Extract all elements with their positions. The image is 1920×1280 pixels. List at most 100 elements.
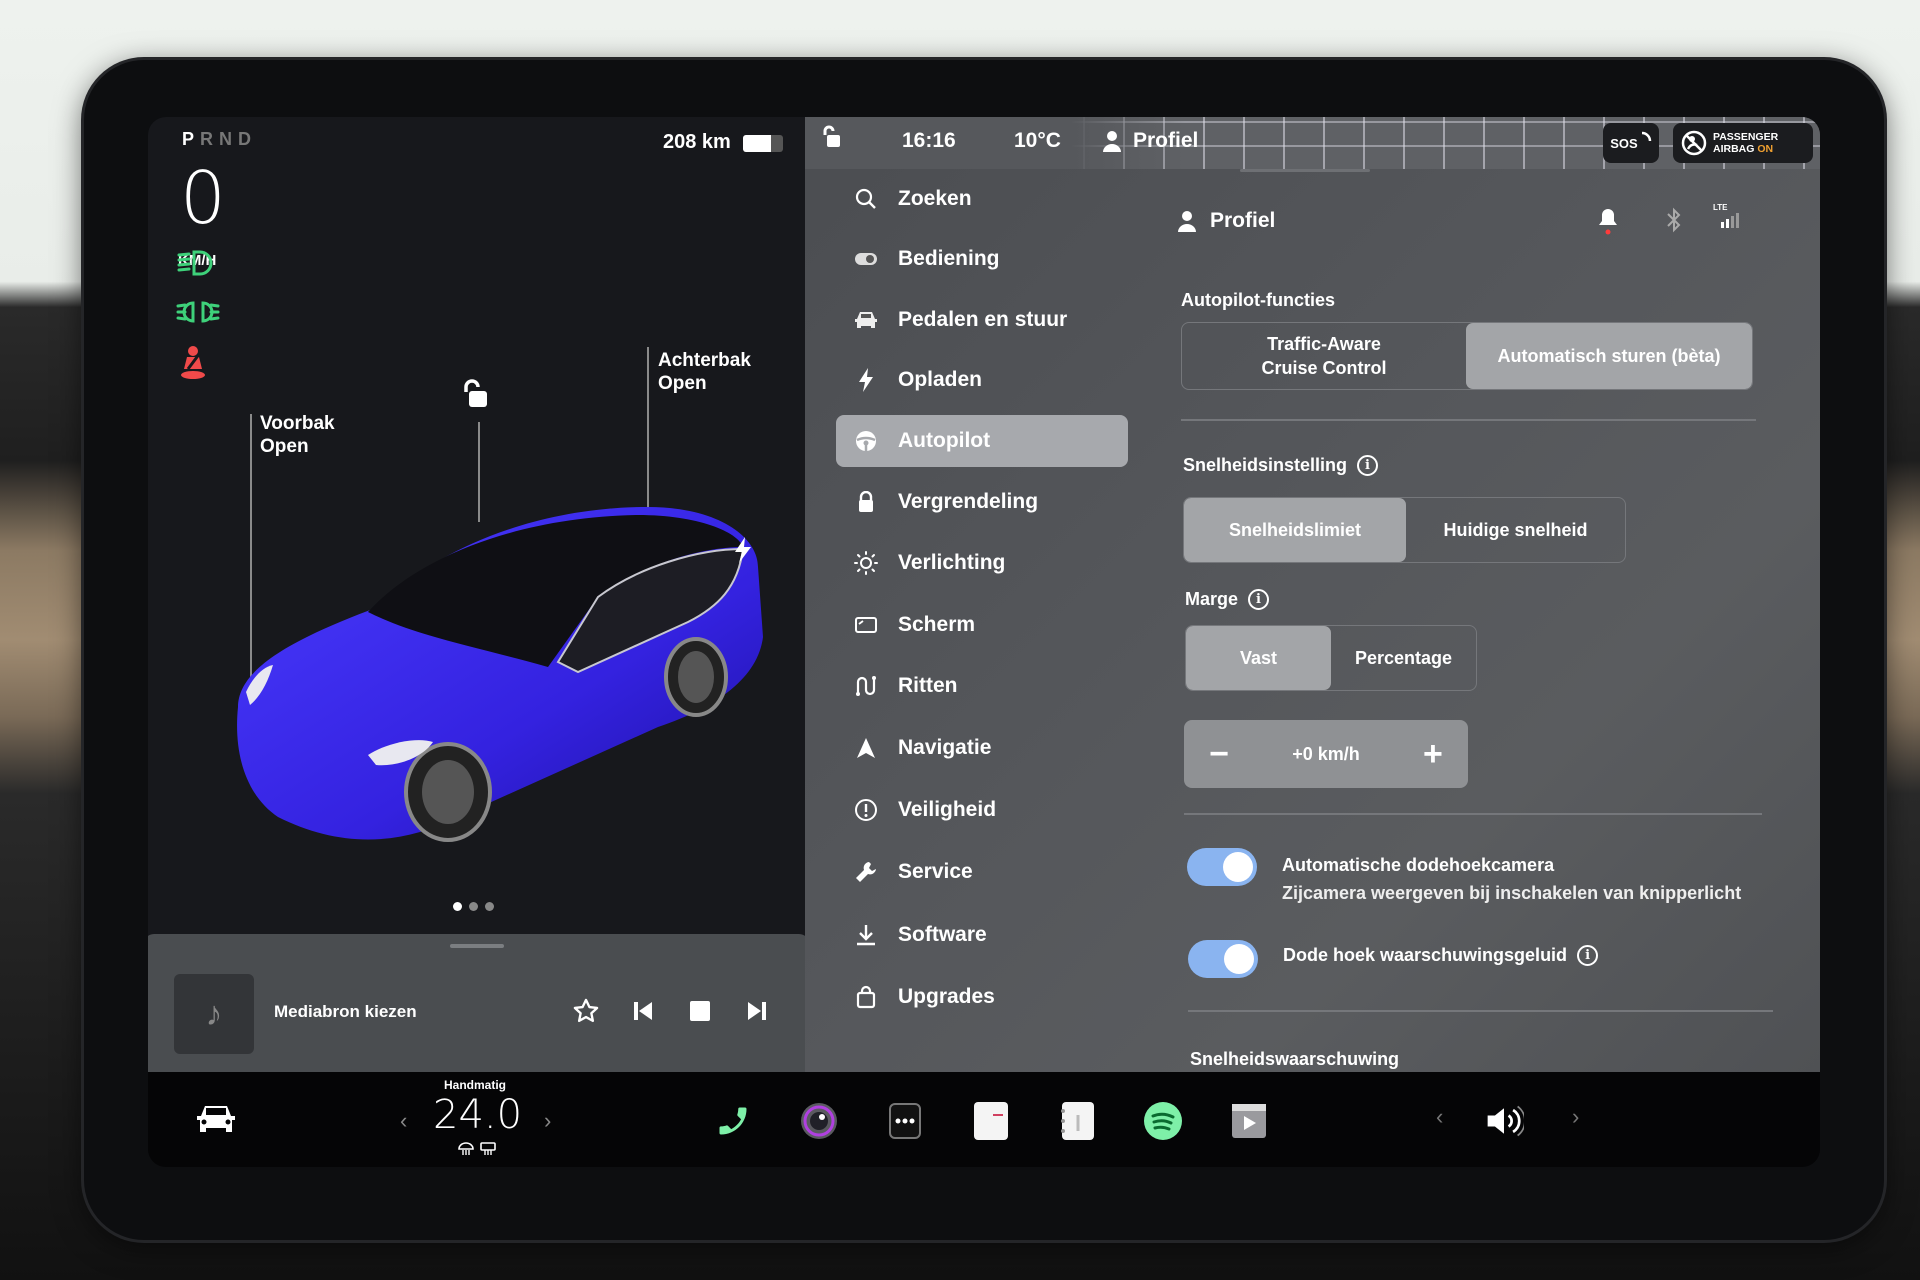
frunk-label: Voorbak	[260, 413, 335, 434]
option1-line1: Traffic-Aware	[1267, 334, 1381, 354]
blind-spot-chime-toggle[interactable]	[1188, 940, 1258, 978]
defrost-controls	[458, 1142, 496, 1156]
menu-item-vergrendeling[interactable]: Vergrendeling	[836, 476, 1128, 528]
high-beam-icon	[176, 247, 216, 279]
gear-n: N	[219, 129, 239, 149]
option-autosteer-beta[interactable]: Automatisch sturen (bèta)	[1466, 323, 1752, 389]
car-icon[interactable]	[193, 1102, 239, 1141]
settings-drag-handle[interactable]	[1240, 169, 1370, 172]
menu-item-verlichting[interactable]: Verlichting	[836, 537, 1128, 589]
favorite-star-icon[interactable]	[569, 994, 603, 1028]
gear-p: P	[182, 129, 201, 149]
calendar-icon[interactable]	[971, 1100, 1011, 1142]
autopilot-features-text: Autopilot-functies	[1181, 290, 1335, 310]
temp-down-arrow[interactable]: ‹	[400, 1108, 407, 1134]
frunk-status[interactable]: Voorbak Open	[260, 412, 335, 458]
menu-item-software[interactable]: Software	[836, 909, 1128, 961]
trunk-status[interactable]: Achterbak Open	[658, 349, 751, 395]
menu-item-navigatie[interactable]: Navigatie	[836, 722, 1128, 774]
notes-icon[interactable]	[1057, 1100, 1097, 1142]
menu-item-ritten[interactable]: Ritten	[836, 660, 1128, 712]
download-icon	[852, 921, 880, 949]
blind-spot-camera-toggle[interactable]	[1187, 848, 1257, 886]
lock-icon	[852, 488, 880, 516]
rear-defrost-icon[interactable]	[480, 1142, 496, 1156]
camera-icon[interactable]	[799, 1100, 839, 1142]
blind-spot-chime-row: Dode hoek waarschuwingsgeluid i	[1283, 945, 1599, 966]
trunk-state: Open	[658, 373, 707, 394]
display-icon	[852, 611, 880, 639]
map-strip[interactable]	[805, 117, 1820, 169]
increase-button[interactable]: +	[1418, 737, 1448, 771]
menu-item-label: Pedalen en stuur	[898, 308, 1068, 331]
info-icon[interactable]: i	[1577, 945, 1599, 966]
page-dot[interactable]	[469, 902, 478, 911]
margin-stepper: − +0 km/h +	[1184, 720, 1468, 788]
battery-fill	[743, 135, 771, 152]
menu-item-pedalen-en-stuur[interactable]: Pedalen en stuur	[836, 294, 1128, 346]
passenger-airbag-status: PASSENGER AIRBAG ON	[1673, 123, 1813, 163]
menu-item-label: Service	[898, 860, 973, 883]
menu-item-scherm[interactable]: Scherm	[836, 599, 1128, 651]
option-speed-limit[interactable]: Snelheidslimiet	[1184, 498, 1406, 562]
info-icon[interactable]: i	[1357, 455, 1379, 476]
notification-bell-icon[interactable]	[1598, 207, 1618, 240]
car-view-pagination[interactable]	[453, 902, 494, 911]
video-icon[interactable]	[1229, 1100, 1269, 1142]
menu-item-label: Veiligheid	[898, 798, 997, 821]
phone-icon[interactable]	[713, 1100, 753, 1142]
music-note-icon: ♪	[174, 974, 254, 1054]
volume-down-arrow[interactable]: ‹	[1436, 1104, 1443, 1130]
page-dot[interactable]	[453, 902, 462, 911]
bolt-icon	[852, 366, 880, 394]
touchscreen: PRND 0 KM/H 208 km Voorbak Open Achterba…	[148, 117, 1820, 1167]
profile-header-label: Profiel	[1210, 209, 1276, 232]
more-icon[interactable]	[885, 1100, 925, 1142]
option-percentage[interactable]: Percentage	[1331, 626, 1476, 690]
speed-setting-label: Snelheidsinstelling i	[1183, 455, 1379, 476]
spotify-icon[interactable]	[1143, 1100, 1183, 1142]
autopilot-features-selector: Traffic-Aware Cruise Control Automatisch …	[1181, 322, 1753, 390]
temp-up-arrow[interactable]: ›	[544, 1108, 551, 1134]
menu-item-veiligheid[interactable]: Veiligheid	[836, 784, 1128, 836]
search-icon	[852, 185, 880, 213]
info-icon[interactable]: i	[1248, 589, 1270, 610]
lock-status-icon[interactable]	[822, 125, 842, 155]
volume-up-arrow[interactable]: ›	[1572, 1104, 1579, 1130]
page-dot[interactable]	[485, 902, 494, 911]
toggle-icon	[852, 245, 880, 273]
menu-item-bediening[interactable]: Bediening	[836, 233, 1128, 285]
option-traffic-aware-cruise-control[interactable]: Traffic-Aware Cruise Control	[1182, 323, 1466, 389]
sos-button[interactable]: SOS	[1603, 123, 1659, 163]
airbag-off-icon	[1681, 130, 1707, 156]
menu-item-zoeken[interactable]: Zoeken	[836, 173, 1128, 225]
menu-item-service[interactable]: Service	[836, 846, 1128, 898]
charge-port-icon[interactable]	[733, 537, 753, 568]
menu-item-opladen[interactable]: Opladen	[836, 354, 1128, 406]
airbag-state: ON	[1757, 143, 1774, 155]
option-fixed[interactable]: Vast	[1186, 626, 1331, 690]
previous-track-icon[interactable]	[626, 994, 660, 1028]
clock: 16:16	[902, 129, 956, 152]
decrease-button[interactable]: −	[1204, 737, 1234, 771]
profile-button[interactable]: Profiel	[1103, 129, 1198, 153]
menu-item-upgrades[interactable]: Upgrades	[836, 971, 1128, 1023]
media-drag-handle[interactable]	[450, 944, 504, 948]
blind-spot-camera-title: Automatische dodehoekcamera	[1282, 855, 1555, 875]
unlocked-icon[interactable]	[461, 379, 489, 414]
lte-label: LTE	[1713, 203, 1728, 212]
volume-icon[interactable]	[1484, 1100, 1524, 1142]
option-current-speed[interactable]: Huidige snelheid	[1406, 498, 1625, 562]
stop-icon[interactable]	[683, 994, 717, 1028]
bluetooth-icon[interactable]	[1666, 207, 1682, 238]
speed-readout: 0	[180, 156, 226, 240]
media-source-label[interactable]: Mediabron kiezen	[274, 1002, 417, 1022]
menu-item-autopilot[interactable]: Autopilot	[836, 415, 1128, 467]
margin-text: Marge	[1185, 589, 1239, 609]
gear-d: D	[238, 129, 258, 149]
next-track-icon[interactable]	[740, 994, 774, 1028]
profile-header[interactable]: Profiel	[1178, 209, 1275, 233]
car-icon	[852, 306, 880, 334]
cabin-temperature[interactable]: 24.0	[433, 1092, 522, 1138]
front-defrost-icon[interactable]	[458, 1142, 474, 1156]
